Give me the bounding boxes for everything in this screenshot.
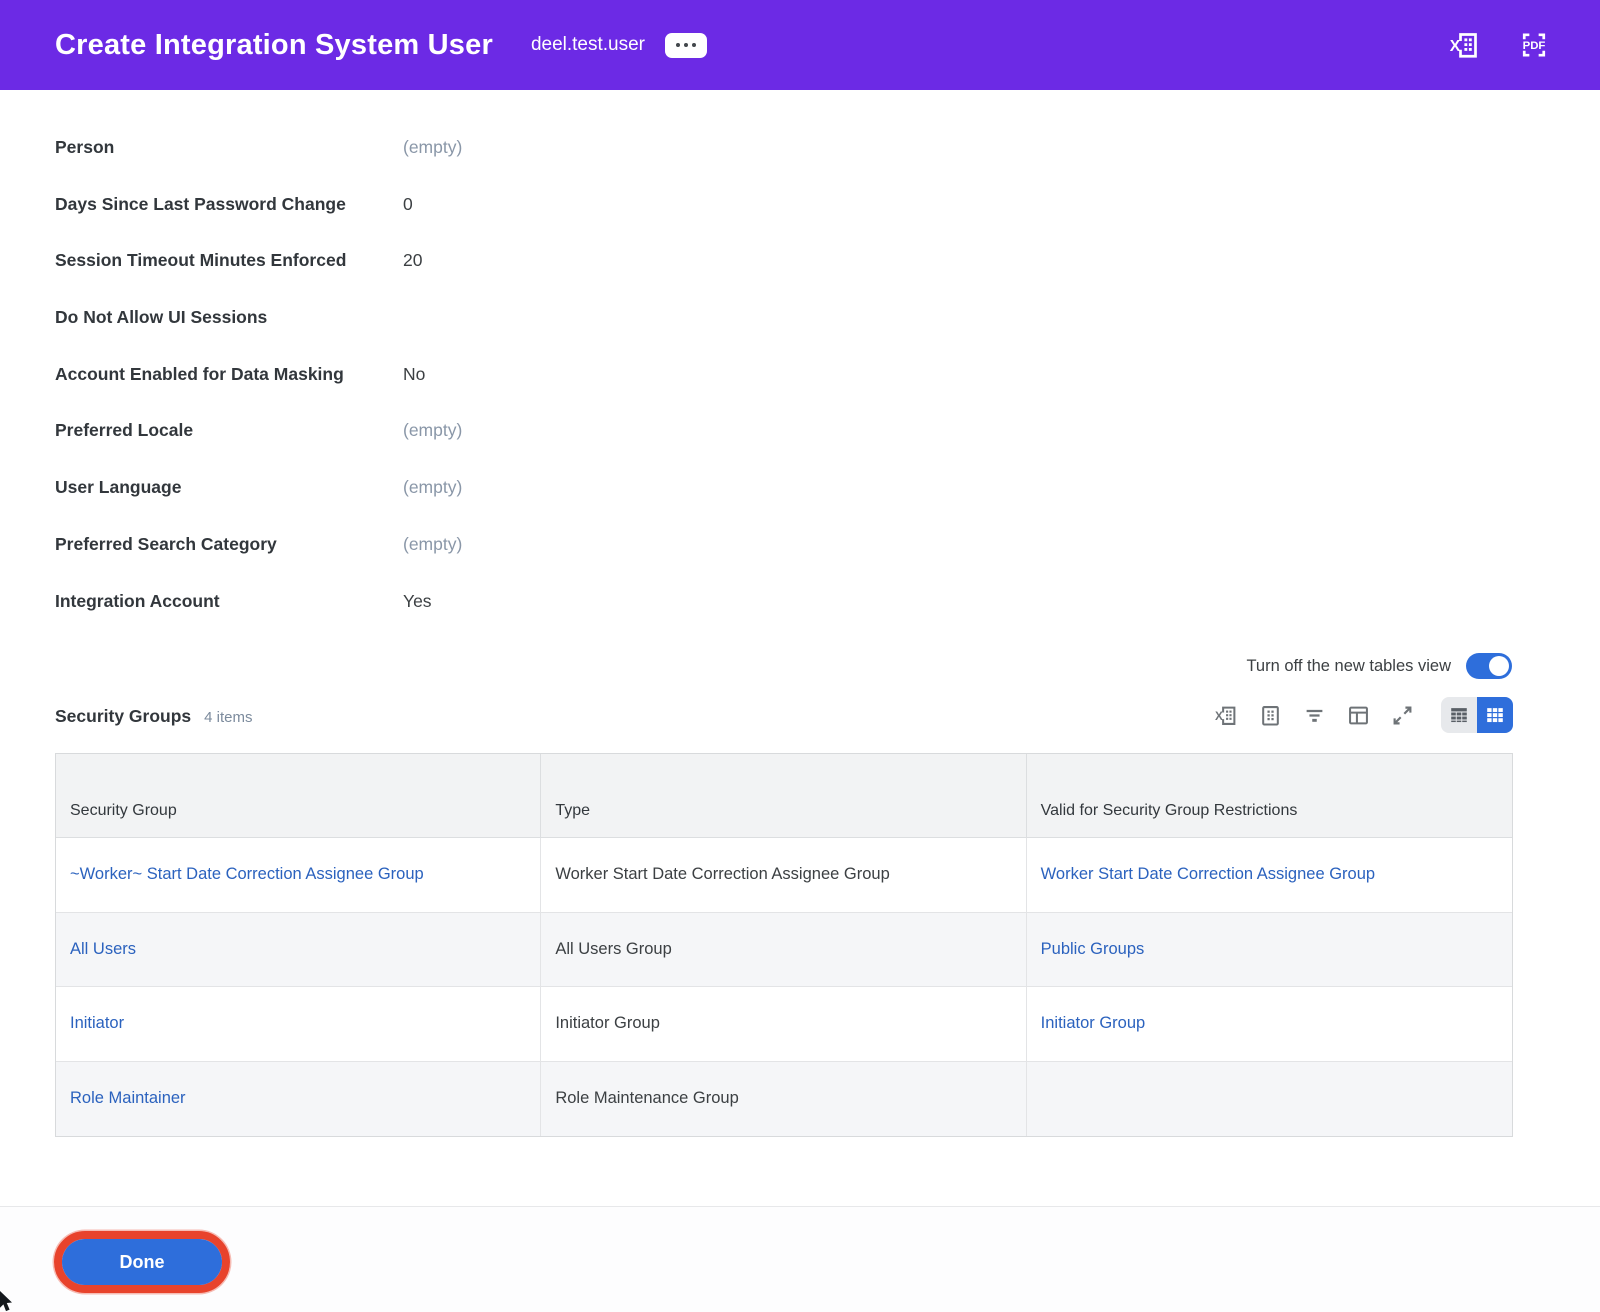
svg-text:X: X — [1450, 38, 1461, 55]
security-groups-title: Security Groups — [55, 706, 191, 733]
field-integration-account: Integration Account Yes — [55, 590, 955, 647]
field-label: Account Enabled for Data Masking — [55, 363, 403, 385]
type-cell: Worker Start Date Correction Assignee Gr… — [555, 865, 889, 884]
page-title: Create Integration System User — [55, 29, 493, 62]
type-cell: Role Maintenance Group — [555, 1089, 738, 1108]
table-row: Initiator Initiator Group Initiator Grou… — [56, 987, 1512, 1062]
valid-for-link[interactable]: Worker Start Date Correction Assignee Gr… — [1041, 865, 1375, 884]
column-settings-icon[interactable] — [1345, 702, 1372, 729]
done-button[interactable]: Done — [62, 1239, 222, 1285]
security-group-link[interactable]: ~Worker~ Start Date Correction Assignee … — [70, 865, 424, 884]
toggle-knob-icon — [1489, 656, 1509, 676]
security-group-link[interactable]: All Users — [70, 940, 136, 959]
security-group-link[interactable]: Role Maintainer — [70, 1089, 186, 1108]
field-value: (empty) — [403, 476, 462, 498]
field-value: (empty) — [403, 136, 462, 158]
related-actions-button[interactable] — [665, 33, 707, 58]
new-grid-view-icon[interactable] — [1477, 697, 1513, 733]
field-do-not-allow-ui-sessions: Do Not Allow UI Sessions — [55, 306, 955, 363]
column-header-security-group: Security Group — [56, 754, 541, 837]
table-row: All Users All Users Group Public Groups — [56, 913, 1512, 988]
field-preferred-locale: Preferred Locale (empty) — [55, 419, 955, 476]
type-cell: All Users Group — [555, 940, 671, 959]
filter-icon[interactable] — [1301, 702, 1328, 729]
page-header: Create Integration System User deel.test… — [0, 0, 1600, 90]
annotation-highlight-ring: Done — [54, 1231, 230, 1293]
svg-text:PDF: PDF — [1523, 40, 1546, 52]
column-header-valid-for: Valid for Security Group Restrictions — [1027, 754, 1512, 837]
field-value: (empty) — [403, 419, 462, 441]
field-label: Session Timeout Minutes Enforced — [55, 249, 403, 271]
export-data-icon[interactable] — [1257, 702, 1284, 729]
field-label: User Language — [55, 476, 403, 498]
field-label: Integration Account — [55, 590, 403, 612]
table-row: ~Worker~ Start Date Correction Assignee … — [56, 838, 1512, 913]
security-groups-table: Security Group Type Valid for Security G… — [55, 753, 1513, 1137]
tables-view-toggle[interactable] — [1466, 653, 1512, 679]
svg-text:X: X — [1215, 709, 1223, 723]
field-value: Yes — [403, 590, 432, 612]
security-groups-count: 4 items — [204, 709, 252, 733]
export-to-excel-icon[interactable]: X — [1447, 27, 1483, 63]
tables-view-toggle-row: Turn off the new tables view — [1246, 653, 1512, 679]
security-group-link[interactable]: Initiator — [70, 1014, 124, 1033]
field-label: Do Not Allow UI Sessions — [55, 306, 403, 328]
field-person: Person (empty) — [55, 136, 955, 193]
field-value: (empty) — [403, 533, 462, 555]
field-preferred-search-category: Preferred Search Category (empty) — [55, 533, 955, 590]
classic-grid-view-icon[interactable] — [1441, 697, 1477, 733]
related-actions-icon — [676, 43, 681, 48]
field-days-since-last-password-change: Days Since Last Password Change 0 — [55, 193, 955, 250]
table-row: Role Maintainer Role Maintenance Group — [56, 1062, 1512, 1137]
field-label: Preferred Search Category — [55, 533, 403, 555]
field-user-language: User Language (empty) — [55, 476, 955, 533]
field-value: No — [403, 363, 425, 385]
column-header-type: Type — [541, 754, 1026, 837]
valid-for-link[interactable]: Initiator Group — [1041, 1014, 1146, 1033]
field-label: Preferred Locale — [55, 419, 403, 441]
print-pdf-icon[interactable]: PDF — [1516, 27, 1552, 63]
type-cell: Initiator Group — [555, 1014, 660, 1033]
field-label: Days Since Last Password Change — [55, 193, 403, 215]
field-value: 0 — [403, 193, 413, 215]
tables-view-toggle-label: Turn off the new tables view — [1246, 657, 1451, 676]
export-to-excel-icon[interactable]: X — [1213, 702, 1240, 729]
field-account-enabled-for-data-masking: Account Enabled for Data Masking No — [55, 363, 955, 420]
table-view-segmented-control — [1441, 697, 1513, 733]
valid-for-link[interactable]: Public Groups — [1041, 940, 1145, 959]
footer-bar: Done — [0, 1206, 1600, 1312]
page-subtitle: deel.test.user — [531, 34, 645, 56]
field-value: 20 — [403, 249, 422, 271]
table-toolbar: X — [1213, 697, 1513, 733]
expand-table-icon[interactable] — [1389, 702, 1416, 729]
table-header-row: Security Group Type Valid for Security G… — [56, 754, 1512, 838]
field-session-timeout-minutes: Session Timeout Minutes Enforced 20 — [55, 249, 955, 306]
field-label: Person — [55, 136, 403, 158]
security-groups-section-header: Security Groups 4 items X — [55, 697, 1513, 733]
mouse-cursor-icon — [0, 1291, 18, 1312]
integration-system-user-form: Person (empty) Days Since Last Password … — [55, 136, 955, 646]
